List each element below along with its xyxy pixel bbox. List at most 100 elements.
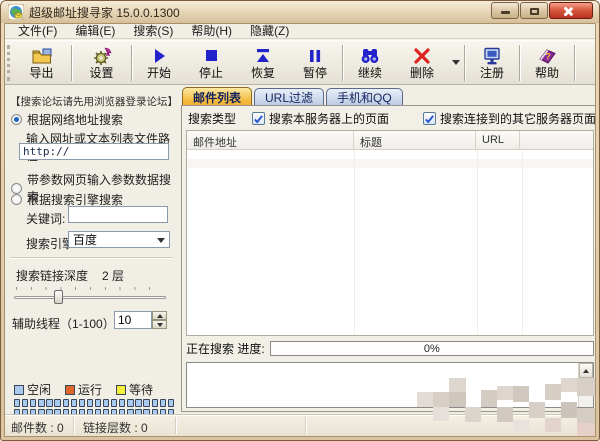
slider-thumb[interactable] — [54, 290, 63, 304]
export-button[interactable]: 导出 — [13, 42, 70, 83]
export-folder-icon — [31, 46, 53, 66]
divider — [10, 257, 173, 259]
menu-edit[interactable]: 编辑(E) — [66, 24, 124, 39]
legend-label: 等待 — [129, 381, 153, 398]
thread-cell — [22, 399, 28, 407]
status-link-depth: 链接层数 : 0 — [83, 419, 148, 436]
register-button[interactable]: 注册 — [466, 42, 518, 83]
help-button[interactable]: ? 帮助 — [521, 42, 573, 83]
checkbox-local-server[interactable] — [252, 112, 265, 125]
thread-cell — [152, 399, 158, 407]
maximize-icon — [530, 8, 539, 15]
keyword-label: 关键词: — [26, 210, 65, 227]
threads-spinner — [114, 311, 167, 329]
checkbox-other-servers[interactable] — [423, 112, 436, 125]
chevron-up-icon — [583, 369, 589, 373]
delete-dropdown-button[interactable] — [448, 42, 463, 83]
thread-cell — [14, 399, 20, 407]
column-header-url[interactable]: URL — [476, 131, 520, 149]
status-bar: 邮件数 : 0 链接层数 : 0 — [5, 414, 595, 436]
toolbar: 导出 设置 — [5, 40, 595, 85]
thread-cell — [87, 399, 93, 407]
legend-running: 运行 — [65, 381, 102, 398]
menu-file[interactable]: 文件(F) — [9, 24, 66, 39]
tab-mail-list[interactable]: 邮件列表 — [182, 87, 252, 106]
delete-button[interactable]: 删除 — [396, 42, 448, 83]
statusbar-separator — [73, 417, 74, 434]
titlebar: 超级邮址搜寻家 15.0.0.1300 — [1, 1, 599, 23]
depth-slider[interactable] — [14, 287, 166, 307]
radio-search-by-url[interactable]: 根据网络地址搜索 — [11, 111, 123, 128]
chevron-down-icon — [157, 323, 163, 327]
mail-list-page: 搜索类型 搜索本服务器上的页面 搜索连接到的其它服务器页面 邮件地址 标题 UR… — [181, 105, 596, 412]
statusbar-separator — [305, 417, 306, 434]
toolbar-grip[interactable] — [7, 45, 10, 81]
tab-url-filter[interactable]: URL过滤 — [254, 88, 324, 106]
continue-button[interactable]: 继续 — [344, 42, 396, 83]
toolbar-label: 导出 — [29, 67, 53, 79]
thread-cell — [30, 399, 36, 407]
tab-bar: 邮件列表 URL过滤 手机和QQ — [182, 87, 403, 106]
keyword-input[interactable] — [68, 206, 168, 223]
toolbar-label: 停止 — [199, 67, 223, 79]
radio-icon — [11, 114, 22, 125]
url-input[interactable] — [19, 143, 169, 160]
pause-button[interactable]: 暂停 — [289, 42, 341, 83]
checkbox-local-server-label: 搜索本服务器上的页面 — [269, 110, 389, 127]
settings-gear-icon — [91, 46, 113, 66]
table-row — [187, 159, 593, 168]
scroll-up-button[interactable] — [579, 363, 593, 378]
stop-button[interactable]: 停止 — [185, 42, 237, 83]
slider-track[interactable] — [14, 296, 166, 299]
toolbar-separator — [464, 45, 465, 81]
spinner-up-button[interactable] — [152, 311, 167, 320]
column-header-email[interactable]: 邮件地址 — [187, 131, 354, 149]
toolbar-separator — [342, 45, 343, 81]
minimize-button[interactable] — [491, 2, 519, 19]
toolbar-separator — [574, 45, 575, 81]
depth-label: 搜索链接深度 — [16, 267, 88, 284]
toolbar-label: 暂停 — [303, 67, 327, 79]
thread-legend: 空闲 运行 等待 — [14, 381, 153, 398]
left-panel: 【搜索论坛请先用浏览器登录论坛】 根据网络地址搜索 输入网址或文本列表文件路径 … — [6, 85, 179, 413]
toolbar-label: 设置 — [89, 67, 113, 79]
menu-help[interactable]: 帮助(H) — [182, 24, 241, 39]
toolbar-separator — [519, 45, 520, 81]
spinner-down-button[interactable] — [152, 320, 167, 329]
column-header-empty[interactable] — [520, 131, 593, 149]
thread-cell — [111, 399, 117, 407]
result-table: 邮件地址 标题 URL — [186, 130, 594, 336]
app-icon — [8, 4, 24, 20]
column-header-title[interactable]: 标题 — [354, 131, 476, 149]
thread-cell — [54, 399, 60, 407]
toolbar-label: 继续 — [358, 67, 382, 79]
progress-label: 正在搜索 进度: — [186, 340, 265, 357]
table-header: 邮件地址 标题 URL — [187, 131, 593, 150]
close-button[interactable] — [549, 2, 593, 19]
tab-phone-qq[interactable]: 手机和QQ — [326, 88, 403, 106]
log-box — [186, 362, 594, 408]
thread-cell — [95, 399, 101, 407]
log-scrollbar[interactable] — [578, 363, 593, 407]
maximize-button[interactable] — [520, 2, 548, 19]
thread-cell — [38, 399, 44, 407]
pause-icon — [305, 46, 325, 66]
toolbar-separator — [71, 45, 72, 81]
start-button[interactable]: 开始 — [133, 42, 185, 83]
thread-cell — [143, 399, 149, 407]
menu-hide[interactable]: 隐藏(Z) — [241, 24, 298, 39]
engine-select[interactable]: 百度 — [68, 231, 170, 248]
menu-search[interactable]: 搜索(S) — [124, 24, 182, 39]
resume-eject-icon — [253, 46, 273, 66]
resume-button[interactable]: 恢复 — [237, 42, 289, 83]
threads-input[interactable] — [114, 311, 152, 329]
check-icon — [253, 113, 264, 125]
toolbar-label: 恢复 — [251, 67, 275, 79]
settings-button[interactable]: 设置 — [73, 42, 130, 83]
radio-label: 根据网络地址搜索 — [27, 111, 123, 128]
threads-label: 辅助线程（1-100） — [12, 315, 115, 332]
progress-row: 正在搜索 进度: 0% — [186, 340, 594, 357]
statusbar-separator — [175, 417, 176, 434]
thread-cell — [160, 399, 166, 407]
chevron-up-icon — [157, 314, 163, 318]
